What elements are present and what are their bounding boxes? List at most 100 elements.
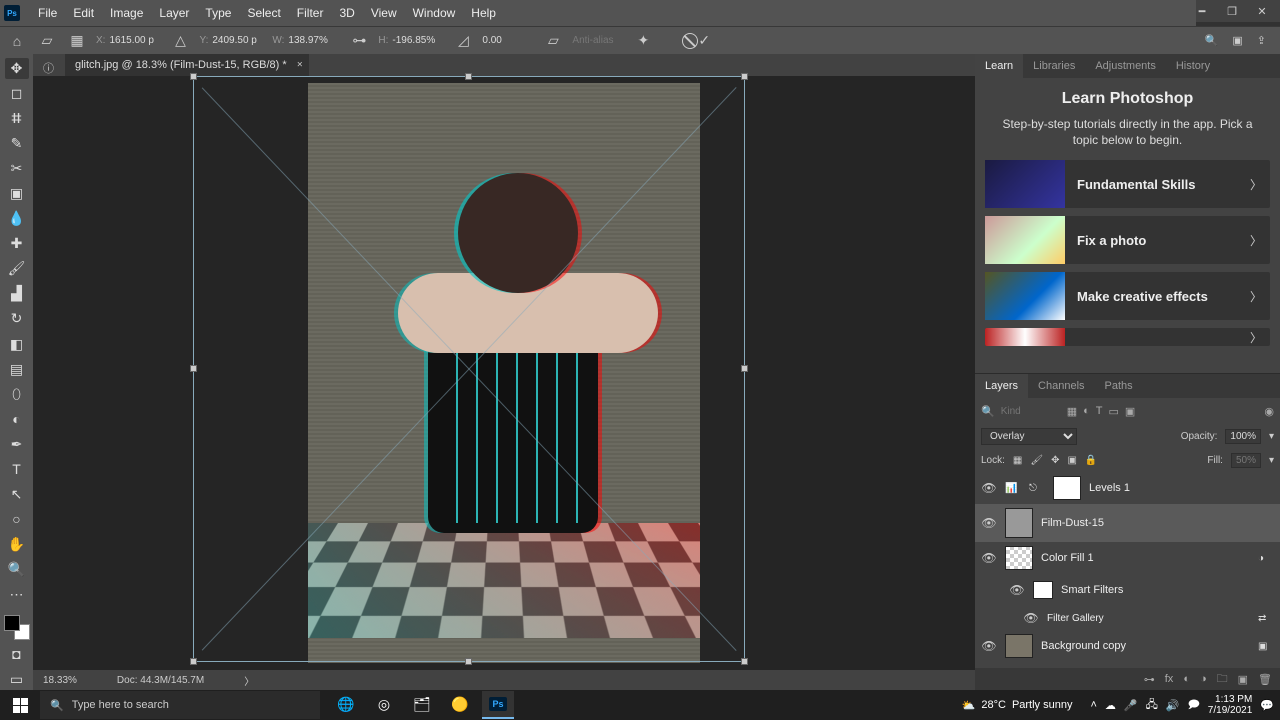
filter-adjust-icon[interactable]: ◐: [1083, 405, 1090, 417]
y-value[interactable]: 2409.50 p: [212, 35, 262, 46]
healing-brush-tool[interactable]: ✚: [5, 233, 29, 254]
close-document-icon[interactable]: ×: [297, 60, 303, 71]
screen-mode-icon[interactable]: ▭: [5, 669, 29, 690]
clock[interactable]: 1:13 PM 7/19/2021: [1208, 694, 1253, 716]
taskbar-search[interactable]: 🔍 Type here to search: [40, 691, 320, 719]
tray-language-icon[interactable]: 🗩: [1188, 696, 1200, 715]
new-layer-icon[interactable]: ▣: [1238, 673, 1248, 686]
opacity-value[interactable]: 100%: [1225, 429, 1261, 444]
canvas-image[interactable]: [308, 83, 700, 663]
menu-layer[interactable]: Layer: [151, 0, 197, 26]
frame-tool[interactable]: ▣: [5, 183, 29, 204]
tray-volume-icon[interactable]: 🔊: [1166, 699, 1180, 712]
lock-artboard-icon[interactable]: ▣: [1067, 455, 1076, 466]
transform-handle-se[interactable]: [741, 658, 748, 665]
tab-learn[interactable]: Learn: [975, 54, 1023, 78]
skew-icon[interactable]: ▱: [542, 30, 564, 52]
edit-toolbar-icon[interactable]: ⋯: [5, 584, 29, 605]
crop-tool[interactable]: ✂: [5, 158, 29, 179]
visibility-toggle-icon[interactable]: 👁: [1023, 611, 1039, 625]
learn-card-creative[interactable]: Make creative effects 〉: [985, 272, 1270, 320]
cancel-transform-button[interactable]: [682, 33, 698, 49]
zoom-display[interactable]: 18.33%: [43, 675, 77, 686]
start-button[interactable]: [0, 698, 40, 713]
info-icon[interactable]: ⓘ: [43, 60, 54, 76]
taskbar-explorer-icon[interactable]: 🗂: [406, 691, 438, 719]
learn-card-partial[interactable]: 〉: [985, 328, 1270, 346]
tray-network-icon[interactable]: 🖧: [1146, 696, 1158, 715]
commit-transform-button[interactable]: ✓: [698, 32, 710, 49]
foreground-color-swatch[interactable]: [4, 615, 20, 631]
add-mask-icon[interactable]: ◐: [1183, 673, 1190, 685]
hand-tool[interactable]: ✋: [5, 534, 29, 555]
quick-mask-icon[interactable]: ◘: [5, 644, 29, 665]
filter-toggle-icon[interactable]: ◉: [1264, 405, 1274, 418]
chevron-down-icon[interactable]: ▾: [1269, 431, 1274, 442]
notifications-icon[interactable]: 💬: [1260, 699, 1274, 712]
share-icon[interactable]: ⇪: [1257, 34, 1266, 47]
type-tool[interactable]: T: [5, 459, 29, 480]
menu-image[interactable]: Image: [102, 0, 151, 26]
visibility-toggle-icon[interactable]: 👁: [1009, 583, 1025, 597]
window-close-button[interactable]: ✕: [1248, 2, 1276, 20]
shape-tool[interactable]: ○: [5, 509, 29, 530]
visibility-toggle-icon[interactable]: 👁: [981, 551, 997, 565]
layer-name[interactable]: Color Fill 1: [1041, 552, 1250, 564]
menu-type[interactable]: Type: [197, 0, 239, 26]
link-wh-icon[interactable]: ⊶: [348, 30, 370, 52]
document-tab[interactable]: glitch.jpg @ 18.3% (Film-Dust-15, RGB/8)…: [65, 54, 309, 76]
layer-name[interactable]: Levels 1: [1089, 482, 1274, 494]
lock-position-icon[interactable]: ✥: [1051, 455, 1059, 466]
home-icon[interactable]: ⌂: [6, 30, 28, 52]
h-value[interactable]: -196.85%: [392, 35, 442, 46]
visibility-toggle-icon[interactable]: 👁: [981, 639, 997, 653]
fill-value[interactable]: 50%: [1231, 453, 1261, 468]
dodge-tool[interactable]: ◐: [5, 409, 29, 430]
learn-card-fixphoto[interactable]: Fix a photo 〉: [985, 216, 1270, 264]
new-adjustment-icon[interactable]: ◑: [1200, 673, 1207, 685]
lock-all-icon[interactable]: 🔒: [1085, 455, 1097, 466]
layer-name[interactable]: Background copy: [1041, 640, 1250, 652]
lock-paint-icon[interactable]: 🖌: [1030, 455, 1043, 466]
layer-row-filtergallery[interactable]: 👁 Filter Gallery ⇄: [975, 606, 1280, 630]
marquee-tool[interactable]: ◻: [5, 83, 29, 104]
transform-handle-sw[interactable]: [190, 658, 197, 665]
visibility-toggle-icon[interactable]: 👁: [981, 516, 997, 530]
layer-thumb[interactable]: [1005, 546, 1033, 570]
w-value[interactable]: 138.97%: [288, 35, 338, 46]
taskbar-chrome-icon[interactable]: 🟡: [444, 691, 476, 719]
layer-thumb[interactable]: [1005, 634, 1033, 658]
transform-handle-w[interactable]: [190, 365, 197, 372]
new-group-icon[interactable]: 🗀: [1217, 670, 1228, 689]
taskbar-obs-icon[interactable]: ◎: [368, 691, 400, 719]
tab-libraries[interactable]: Libraries: [1023, 54, 1085, 78]
taskbar-edge-icon[interactable]: 🌐: [330, 691, 362, 719]
lasso-tool[interactable]: ⵌ: [5, 108, 29, 129]
layer-row-filmdust[interactable]: 👁 Film-Dust-15: [975, 504, 1280, 542]
tab-channels[interactable]: Channels: [1028, 374, 1094, 398]
move-tool[interactable]: ✥: [5, 58, 29, 79]
layer-name[interactable]: Filter Gallery: [1047, 613, 1250, 624]
x-value[interactable]: 1615.00 p: [109, 35, 159, 46]
swap-xy-icon[interactable]: △: [169, 30, 191, 52]
clone-stamp-tool[interactable]: ▟: [5, 283, 29, 304]
reference-point-icon[interactable]: ▦: [66, 30, 88, 52]
menu-help[interactable]: Help: [463, 0, 504, 26]
layer-row-colorfill[interactable]: 👁 Color Fill 1 ◑: [975, 542, 1280, 574]
layer-row-bgcopy[interactable]: 👁 Background copy ▣: [975, 630, 1280, 662]
layer-row-smartfilters[interactable]: 👁 Smart Filters: [975, 574, 1280, 606]
filter-smart-icon[interactable]: ▣: [1125, 405, 1135, 418]
menu-3d[interactable]: 3D: [331, 0, 362, 26]
eraser-tool[interactable]: ◧: [5, 334, 29, 355]
layer-style-icon[interactable]: fx: [1165, 673, 1174, 685]
brush-tool[interactable]: 🖌: [5, 258, 29, 279]
layer-name[interactable]: Film-Dust-15: [1041, 517, 1274, 529]
docinfo-display[interactable]: Doc: 44.3M/145.7M: [117, 675, 204, 686]
zoom-tool[interactable]: 🔍: [5, 559, 29, 580]
search-icon[interactable]: 🔍: [981, 405, 995, 418]
blend-mode-select[interactable]: Overlay: [981, 428, 1077, 445]
window-restore-button[interactable]: ❐: [1218, 2, 1246, 20]
angle-value[interactable]: 0.00: [482, 35, 532, 46]
chevron-down-icon[interactable]: ▾: [1269, 455, 1274, 466]
filter-shape-icon[interactable]: ▭: [1109, 405, 1119, 418]
